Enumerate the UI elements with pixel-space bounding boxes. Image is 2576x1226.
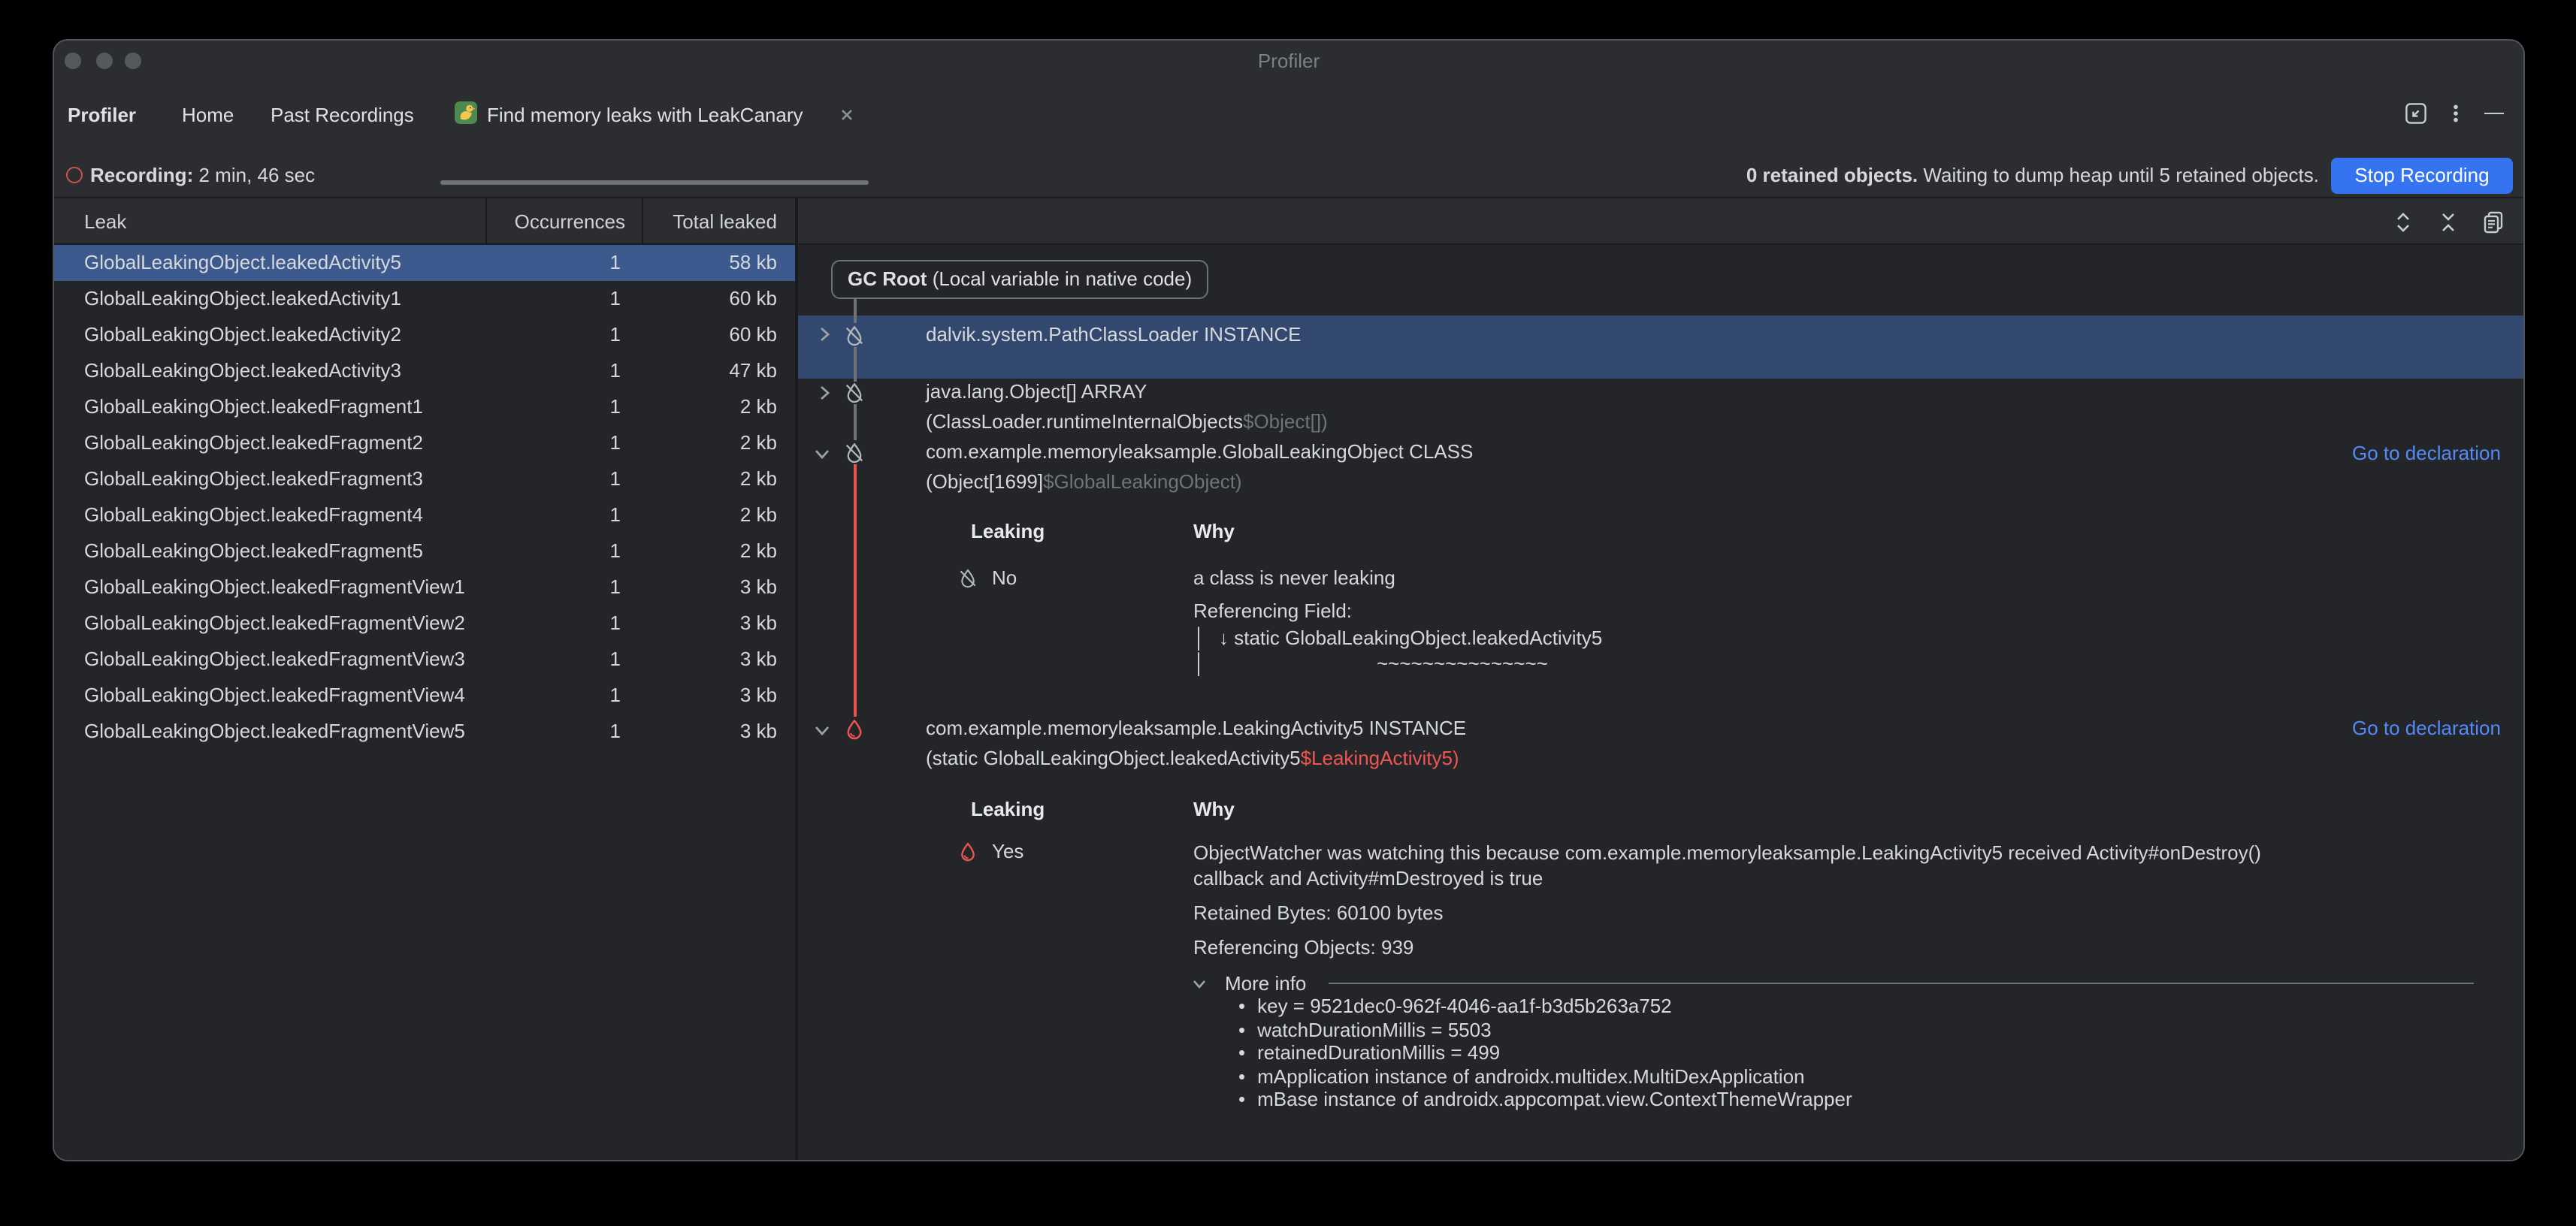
tree-node-label[interactable]: com.example.memoryleaksample.LeakingActi… — [926, 717, 1466, 741]
recording-indicator-icon — [66, 167, 83, 183]
why-column-header: Why — [1193, 520, 1235, 544]
table-row[interactable]: GlobalLeakingObject.leakedFragmentView31… — [54, 642, 795, 678]
recording-time: 2 min, 46 sec — [199, 164, 316, 186]
copy-icon[interactable] — [2481, 210, 2505, 234]
list-item: retainedDurationMillis = 499 — [1238, 1041, 1852, 1064]
tree-node-label[interactable]: java.lang.Object[] ARRAY — [926, 380, 1147, 404]
chevron-down-icon[interactable] — [813, 445, 831, 463]
table-row[interactable]: GlobalLeakingObject.leakedFragment212 kb — [54, 425, 795, 461]
col-occurrences[interactable]: Occurrences — [515, 210, 625, 233]
tab-profiler[interactable]: Profiler — [68, 104, 136, 126]
leak-table-header: Leak Occurrences Total leaked — [54, 198, 795, 245]
table-row[interactable]: GlobalLeakingObject.leakedActivity2160 k… — [54, 317, 795, 353]
expand-all-icon[interactable] — [2391, 210, 2415, 234]
tab-close-icon[interactable] — [840, 108, 854, 122]
main-area: Leak Occurrences Total leaked GlobalLeak… — [54, 198, 2523, 1160]
leaking-value: Yes — [992, 840, 1023, 864]
collapse-all-icon[interactable] — [2436, 210, 2460, 234]
table-row[interactable]: GlobalLeakingObject.leakedFragmentView41… — [54, 678, 795, 714]
leak-droplet-icon — [843, 718, 866, 741]
leak-table-panel: Leak Occurrences Total leaked GlobalLeak… — [54, 198, 798, 1160]
stop-recording-button[interactable]: Stop Recording — [2331, 157, 2513, 193]
referencing-field-underline: ~~~~~~~~~~~~~~~ — [1377, 652, 1548, 676]
table-row[interactable]: GlobalLeakingObject.leakedFragment412 kb — [54, 497, 795, 533]
chevron-down-icon[interactable] — [1192, 977, 1207, 992]
leak-trace-content: GC Root (Local variable in native code) — [798, 245, 2523, 1160]
no-leak-droplet-icon — [843, 442, 866, 464]
tree-node-sublabel: (ClassLoader.runtimeInternalObjects$Obje… — [926, 410, 1328, 434]
table-row[interactable]: GlobalLeakingObject.leakedFragment312 kb — [54, 461, 795, 497]
titlebar: Profiler — [54, 41, 2523, 77]
table-row[interactable]: GlobalLeakingObject.leakedActivity1160 k… — [54, 281, 795, 317]
referencing-field-line: ↓ static GlobalLeakingObject.leakedActiv… — [1219, 627, 1602, 651]
trace-connector-leaking — [854, 464, 857, 717]
tab-past-recordings[interactable]: Past Recordings — [271, 104, 414, 126]
tree-node-label[interactable]: com.example.memoryleaksample.GlobalLeaki… — [926, 440, 1473, 464]
go-to-declaration-link[interactable]: Go to declaration — [2352, 717, 2501, 741]
go-to-declaration-link[interactable]: Go to declaration — [2352, 442, 2501, 466]
more-info-toggle[interactable]: More info — [1225, 972, 1306, 996]
window-title: Profiler — [54, 50, 2523, 72]
trace-connector — [854, 404, 857, 440]
tree-node-sublabel: (Object[1699]$GlobalLeakingObject) — [926, 470, 1242, 494]
minimize-icon[interactable] — [2484, 112, 2504, 115]
profiler-window: Profiler Profiler Home Past Recordings F… — [53, 39, 2525, 1161]
list-item: key = 9521dec0-962f-4046-aa1f-b3d5b263a7… — [1238, 995, 1852, 1018]
recording-label: Recording: — [90, 164, 193, 186]
why-value: a class is never leaking — [1193, 566, 1395, 590]
leak-detail-panel: GC Root (Local variable in native code) — [798, 198, 2523, 1160]
referencing-field-pipe: │ — [1193, 627, 1205, 651]
more-info-list: key = 9521dec0-962f-4046-aa1f-b3d5b263a7… — [1238, 995, 1852, 1111]
leaking-value: No — [992, 566, 1017, 590]
column-divider — [642, 198, 643, 243]
table-row[interactable]: GlobalLeakingObject.leakedFragment112 kb — [54, 389, 795, 425]
trace-connector — [854, 299, 857, 323]
chevron-right-icon[interactable] — [816, 385, 833, 401]
why-value: ObjectWatcher was watching this because … — [1193, 840, 2336, 891]
more-info-divider — [1329, 983, 2474, 984]
table-row[interactable]: GlobalLeakingObject.leakedFragmentView21… — [54, 605, 795, 642]
referencing-field-label: Referencing Field: — [1193, 599, 1352, 624]
retained-bytes: Retained Bytes: 60100 bytes — [1193, 901, 1443, 926]
col-leak[interactable]: Leak — [84, 210, 126, 233]
col-total-leaked[interactable]: Total leaked — [673, 210, 777, 233]
chevron-down-icon[interactable] — [813, 721, 831, 739]
table-row[interactable]: GlobalLeakingObject.leakedFragmentView11… — [54, 569, 795, 605]
referencing-field-pipe: │ — [1193, 652, 1205, 676]
no-leak-droplet-icon — [843, 382, 866, 404]
gc-root-chip: GC Root (Local variable in native code) — [831, 260, 1208, 299]
leak-droplet-icon — [957, 841, 978, 862]
list-item: watchDurationMillis = 5503 — [1238, 1018, 1852, 1041]
tab-leakcanary[interactable]: Find memory leaks with LeakCanary — [487, 104, 803, 126]
tab-home[interactable]: Home — [182, 104, 234, 126]
chevron-right-icon[interactable] — [816, 326, 833, 343]
leak-table-rows: GlobalLeakingObject.leakedActivity5158 k… — [54, 245, 795, 750]
recording-toolbar: Recording: 2 min, 46 sec 0 retained obje… — [54, 152, 2523, 198]
kebab-menu-icon[interactable] — [2445, 102, 2469, 126]
table-row[interactable]: GlobalLeakingObject.leakedFragmentView51… — [54, 714, 795, 750]
open-in-new-window-icon[interactable] — [2405, 102, 2429, 126]
leaking-column-header: Leaking — [971, 520, 1045, 544]
leaking-column-header: Leaking — [971, 798, 1045, 822]
table-row[interactable]: GlobalLeakingObject.leakedActivity5158 k… — [54, 245, 795, 281]
tab-bar: Profiler Home Past Recordings Find memor… — [54, 77, 2523, 152]
trace-connector — [854, 347, 857, 382]
referencing-objects: Referencing Objects: 939 — [1193, 936, 1413, 960]
retained-objects-status: 0 retained objects. Waiting to dump heap… — [1746, 164, 2319, 186]
column-divider — [485, 198, 487, 243]
tree-node-sublabel: (static GlobalLeakingObject.leakedActivi… — [926, 747, 1459, 771]
list-item: mBase instance of androidx.appcompat.vie… — [1238, 1088, 1852, 1111]
tree-node-label[interactable]: dalvik.system.PathClassLoader INSTANCE — [926, 323, 1302, 347]
screen: Profiler Profiler Home Past Recordings F… — [0, 0, 2576, 1226]
table-row[interactable]: GlobalLeakingObject.leakedActivity3147 k… — [54, 353, 795, 389]
list-item: mApplication instance of androidx.multid… — [1238, 1064, 1852, 1088]
why-column-header: Why — [1193, 798, 1235, 822]
recording-status: Recording: 2 min, 46 sec — [90, 164, 315, 186]
leakcanary-icon — [454, 101, 478, 125]
table-row[interactable]: GlobalLeakingObject.leakedFragment512 kb — [54, 533, 795, 569]
no-leak-droplet-icon — [843, 325, 866, 347]
detail-panel-toolbar — [798, 198, 2523, 245]
no-leak-droplet-icon — [957, 568, 978, 589]
